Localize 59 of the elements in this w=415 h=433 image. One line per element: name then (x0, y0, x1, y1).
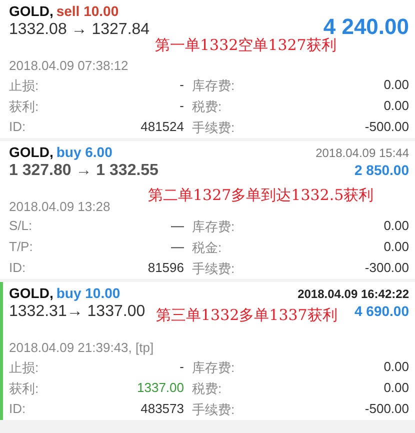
detail-label: 获利: (9, 380, 40, 398)
annotation-text: 第一单1332空单1327获利 (155, 36, 336, 55)
detail-value: — (170, 239, 185, 256)
detail-label: 止损: (9, 77, 40, 95)
detail-label: ID: (9, 401, 27, 418)
detail-value: - (178, 359, 185, 376)
detail-value: -500.00 (364, 119, 409, 136)
detail-value: 81596 (146, 260, 185, 277)
price-range: 1 327.80 → 1 332.55 (9, 162, 158, 180)
close-time: 2018.04.09 07:38:12 (9, 58, 128, 73)
open-time: 2018.04.09 15:44 (316, 146, 409, 160)
detail-value: -500.00 (364, 401, 409, 418)
order-volume: buy 10.00 (56, 285, 120, 301)
detail-label: 库存费: (192, 359, 236, 377)
detail-value: 0.00 (382, 359, 409, 376)
detail-label: 手续费: (192, 401, 236, 419)
order-volume: buy 6.00 (56, 144, 112, 160)
detail-value: 0.00 (382, 77, 409, 94)
symbol: GOLD, (9, 144, 54, 160)
detail-value: 483573 (140, 401, 185, 418)
trade-card[interactable]: GOLD, buy 6.00 2018.04.09 15:44 1 327.80 → 1 332.55 2 850.00 2018.04.09 13:28 S/L: — 库存费: 0.00 T/P: — 税金: 0.00 ID: 81596 手续费: -300.00 第二单1327多单到达1332.5获利 (0, 141, 415, 279)
close-time: 2018.04.09 21:39:43, [tp] (9, 340, 154, 355)
detail-label: 税费: (192, 98, 223, 116)
close-time: 2018.04.09 13:28 (9, 199, 110, 214)
detail-label: ID: (9, 260, 27, 277)
symbol: GOLD, (9, 285, 54, 301)
trade-card[interactable]: GOLD, sell 10.00 1332.08 → 1327.84 4 240.00 2018.04.09 07:38:12 止损: - 库存费: 0.00 获利: - 税费: 0.00 ID: 481524 手续费: -500.00 第一单1332空单1327获利 (0, 0, 415, 138)
detail-label: 税费: (192, 380, 223, 398)
profit-amount: 4 240.00 (323, 14, 409, 39)
detail-label: S/L: (9, 218, 34, 235)
detail-value: 0.00 (382, 380, 409, 397)
detail-value: 0.00 (382, 218, 409, 235)
symbol: GOLD, (9, 3, 54, 19)
detail-value: 1337.00 (136, 380, 185, 397)
detail-label: T/P: (9, 239, 34, 256)
trade-card[interactable]: GOLD, buy 10.00 2018.04.09 16:42:22 1332.31→ 1337.00 4 690.00 2018.04.09 21:39:43, [tp] 止损: - 库存费: 0.00 获利: 1337.00 税费: 0.00 ID: 483573 手续费: -500.00 第三单1332多单1337获利 (0, 282, 415, 420)
detail-value: -300.00 (364, 260, 409, 277)
detail-value: 0.00 (382, 239, 409, 256)
detail-value: - (178, 98, 185, 115)
detail-label: 止损: (9, 359, 40, 377)
detail-label: 税金: (192, 239, 223, 257)
detail-label: 库存费: (192, 77, 236, 95)
price-range: 1332.08 → 1327.84 (9, 21, 150, 39)
detail-value: 481524 (140, 119, 185, 136)
detail-label: 获利: (9, 98, 40, 116)
open-time: 2018.04.09 16:42:22 (298, 287, 409, 301)
detail-label: 库存费: (192, 218, 236, 236)
detail-label: 手续费: (192, 260, 236, 278)
annotation-text: 第三单1332多单1337获利 (156, 306, 338, 325)
profit-amount: 2 850.00 (354, 162, 409, 178)
detail-value: — (170, 218, 185, 235)
detail-label: 手续费: (192, 119, 236, 137)
detail-value: 0.00 (382, 98, 409, 115)
annotation-text: 第二单1327多单到达1332.5获利 (148, 186, 374, 205)
detail-value: - (178, 77, 185, 94)
price-range: 1332.31→ 1337.00 (9, 303, 146, 321)
detail-label: ID: (9, 119, 27, 136)
order-volume: sell 10.00 (56, 3, 119, 19)
profit-amount: 4 690.00 (354, 303, 409, 319)
